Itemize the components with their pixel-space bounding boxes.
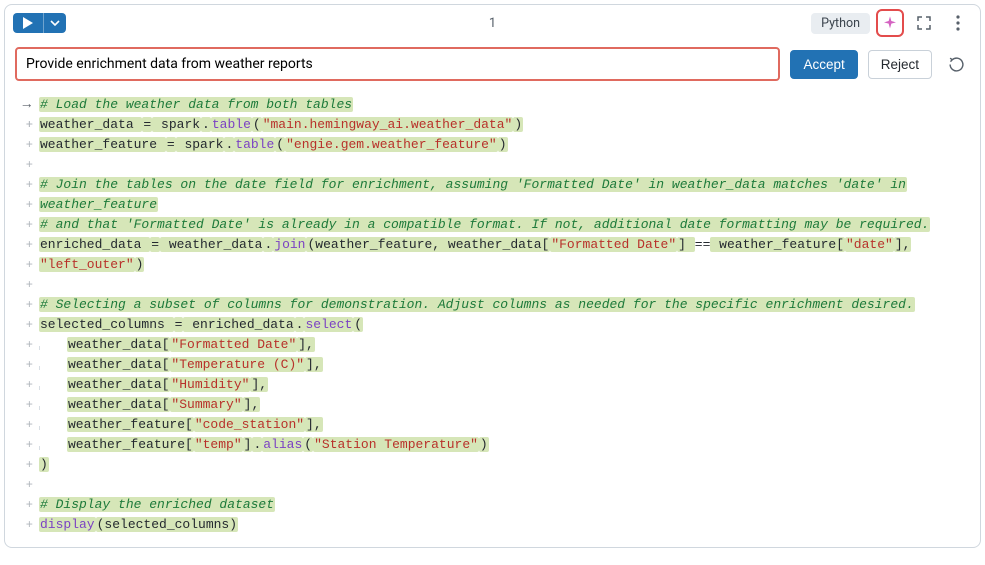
code-line: # Selecting a subset of columns for demo… bbox=[39, 295, 972, 315]
code-line: selected_columns = enriched_data.select( bbox=[39, 315, 972, 335]
code-line: weather_data["Summary"], bbox=[39, 395, 972, 415]
code-line: weather_feature = spark.table("engie.gem… bbox=[39, 135, 972, 155]
run-button[interactable] bbox=[13, 13, 43, 33]
code-line: ) bbox=[39, 455, 972, 475]
gutter-line: + bbox=[9, 115, 35, 135]
reject-button[interactable]: Reject bbox=[868, 50, 932, 79]
gutter: → ++++++++++++++++++++++ bbox=[9, 95, 35, 535]
code-line: # Join the tables on the date field for … bbox=[39, 175, 972, 195]
expand-icon bbox=[916, 15, 932, 31]
code-line: "left_outer") bbox=[39, 255, 972, 275]
code-line bbox=[39, 275, 972, 295]
accept-button[interactable]: Accept bbox=[790, 50, 857, 79]
code-line: weather_data["Humidity"], bbox=[39, 375, 972, 395]
cell-index: 1 bbox=[489, 16, 496, 31]
gutter-line: + bbox=[9, 275, 35, 295]
gutter-line: + bbox=[9, 355, 35, 375]
cell-toolbar: 1 Python bbox=[5, 5, 980, 41]
gutter-line: + bbox=[9, 455, 35, 475]
prompt-input-wrap bbox=[15, 47, 780, 81]
refresh-icon bbox=[948, 56, 965, 73]
gutter-line: + bbox=[9, 395, 35, 415]
code-line: weather_data = spark.table("main.hemingw… bbox=[39, 115, 972, 135]
gutter-line: + bbox=[9, 155, 35, 175]
gutter-line: + bbox=[9, 215, 35, 235]
expand-button[interactable] bbox=[910, 9, 938, 37]
code-line: weather_feature["code_station"], bbox=[39, 415, 972, 435]
gutter-line: + bbox=[9, 335, 35, 355]
chevron-down-icon bbox=[50, 20, 60, 26]
gutter-line: + bbox=[9, 315, 35, 335]
regenerate-button[interactable] bbox=[942, 50, 970, 78]
code-line: weather_data["Temperature (C)"], bbox=[39, 355, 972, 375]
code-line: enriched_data = weather_data.join(weathe… bbox=[39, 235, 972, 255]
code-line: weather_feature bbox=[39, 195, 972, 215]
run-button-group bbox=[13, 13, 66, 33]
code-editor[interactable]: → ++++++++++++++++++++++ # Load the weat… bbox=[5, 91, 980, 547]
toolbar-right: Python bbox=[811, 9, 972, 37]
code-line bbox=[39, 155, 972, 175]
gutter-line: + bbox=[9, 375, 35, 395]
code-line bbox=[39, 475, 972, 495]
code-line: weather_feature["temp"].alias("Station T… bbox=[39, 435, 972, 455]
gutter-line: + bbox=[9, 475, 35, 495]
run-dropdown-button[interactable] bbox=[43, 13, 66, 33]
gutter-line: + bbox=[9, 175, 35, 195]
code-line: display(selected_columns) bbox=[39, 515, 972, 535]
play-icon bbox=[23, 17, 33, 29]
gutter-line: → + bbox=[9, 95, 35, 115]
code-line: # Load the weather data from both tables bbox=[39, 95, 972, 115]
gutter-line: + bbox=[9, 415, 35, 435]
notebook-cell: 1 Python Acc bbox=[4, 4, 981, 548]
gutter-line: + bbox=[9, 295, 35, 315]
gutter-line: + bbox=[9, 195, 35, 215]
code-line: weather_data["Formatted Date"], bbox=[39, 335, 972, 355]
prompt-row: Accept Reject bbox=[5, 41, 980, 91]
sparkle-icon bbox=[882, 14, 898, 32]
gutter-line: + bbox=[9, 515, 35, 535]
assistant-button[interactable] bbox=[876, 9, 904, 37]
kebab-icon bbox=[956, 15, 960, 31]
code-line: # Display the enriched dataset bbox=[39, 495, 972, 515]
gutter-line: + bbox=[9, 495, 35, 515]
more-button[interactable] bbox=[944, 9, 972, 37]
code-body[interactable]: # Load the weather data from both tables… bbox=[35, 95, 972, 535]
gutter-line: + bbox=[9, 135, 35, 155]
code-line: # and that 'Formatted Date' is already i… bbox=[39, 215, 972, 235]
gutter-line: + bbox=[9, 255, 35, 275]
gutter-line: + bbox=[9, 235, 35, 255]
language-pill[interactable]: Python bbox=[811, 13, 870, 34]
prompt-input[interactable] bbox=[17, 49, 778, 79]
gutter-line: + bbox=[9, 435, 35, 455]
